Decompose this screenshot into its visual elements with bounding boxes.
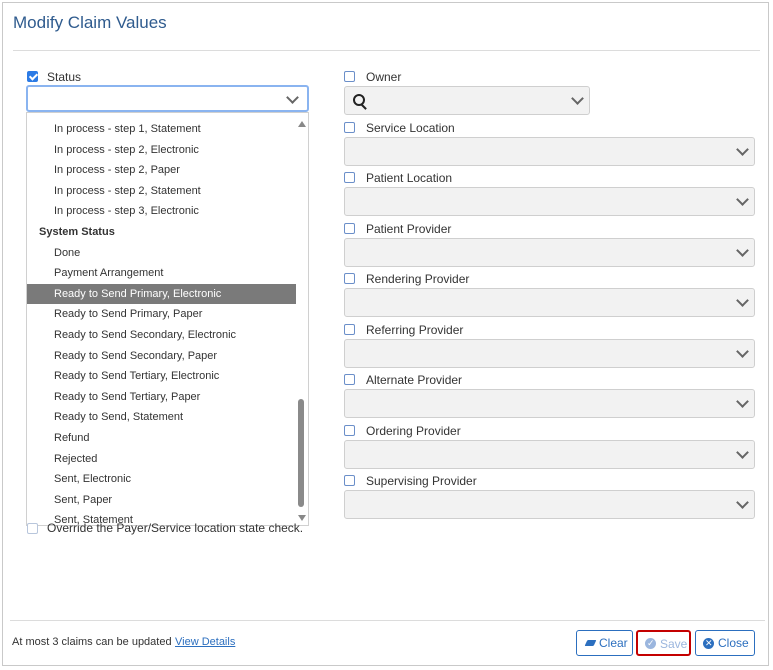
close-circle-icon: ✕: [703, 638, 714, 649]
alternate-provider-checkbox[interactable]: [344, 374, 355, 385]
status-checkbox[interactable]: [27, 71, 38, 82]
chevron-down-icon: [736, 395, 749, 408]
patient-provider-select[interactable]: [344, 237, 755, 267]
status-dropdown-list[interactable]: Sent, Statement Sent, Paper Sent, Electron…: [26, 112, 309, 526]
patient-location-select[interactable]: [344, 187, 755, 216]
dropdown-option[interactable]: Payment Arrangement: [27, 263, 296, 283]
dropdown-option[interactable]: Ready to Send Tertiary, Electronic: [27, 366, 296, 386]
service-location-select[interactable]: [344, 136, 755, 166]
footer-divider: [10, 620, 765, 621]
override-checkbox[interactable]: [27, 523, 38, 534]
ordering-provider-label: Ordering Provider: [366, 423, 461, 438]
chevron-down-icon: [286, 91, 299, 104]
dropdown-option[interactable]: Rejected: [27, 449, 296, 469]
chevron-down-icon: [736, 193, 749, 206]
service-location-checkbox[interactable]: [344, 121, 355, 133]
supervising-provider-select[interactable]: [344, 490, 755, 519]
save-button[interactable]: ✓ Save: [636, 630, 691, 656]
clear-button[interactable]: Clear: [576, 630, 633, 656]
dropdown-option[interactable]: In process - step 2, Paper: [27, 160, 296, 180]
referring-provider-label: Referring Provider: [366, 322, 464, 337]
override-label: Override the Payer/Service location stat…: [47, 521, 304, 535]
close-button-label: Close: [718, 636, 749, 650]
dropdown-option[interactable]: Ready to Send Secondary, Paper: [27, 346, 296, 366]
dropdown-option[interactable]: In process - step 3, Electronic: [27, 201, 296, 221]
owner-checkbox[interactable]: [344, 71, 355, 82]
rendering-provider-select[interactable]: [344, 288, 755, 317]
rendering-provider-label: Rendering Provider: [366, 272, 470, 286]
check-circle-icon: ✓: [645, 638, 656, 649]
chevron-down-icon: [736, 445, 749, 459]
chevron-down-icon: [736, 142, 749, 156]
dropdown-option[interactable]: Sent, Paper: [27, 490, 296, 510]
scrollbar-thumb[interactable]: [298, 399, 304, 507]
search-icon: [353, 94, 365, 106]
footer-note: At most 3 claims can be updated: [12, 636, 172, 648]
save-button-label: Save: [660, 637, 688, 651]
chevron-down-icon: [736, 496, 749, 509]
dialog-title: Modify Claim Values: [13, 13, 167, 32]
close-button[interactable]: ✕ Close: [695, 630, 755, 656]
alternate-provider-select[interactable]: [344, 389, 755, 418]
view-details-link[interactable]: View Details: [175, 636, 235, 648]
owner-select[interactable]: [344, 86, 590, 115]
eraser-icon: [584, 640, 597, 646]
header-divider: [13, 50, 760, 51]
chevron-down-icon: [736, 344, 749, 358]
chevron-down-icon: [736, 243, 749, 257]
dropdown-group-header: System Status: [39, 226, 115, 238]
dropdown-option[interactable]: Ready to Send Secondary, Electronic: [27, 325, 296, 345]
alternate-provider-label: Alternate Provider: [366, 373, 463, 387]
dropdown-option[interactable]: In process - step 2, Electronic: [27, 140, 296, 160]
supervising-provider-label: Supervising Provider: [366, 474, 477, 488]
status-label: Status: [47, 70, 82, 84]
dropdown-option[interactable]: Sent, Electronic: [27, 469, 296, 489]
service-location-label: Service Location: [366, 120, 455, 135]
dropdown-option[interactable]: In process - step 1, Statement: [27, 119, 296, 139]
chevron-down-icon: [736, 294, 749, 307]
patient-provider-label: Patient Provider: [366, 221, 452, 236]
referring-provider-select[interactable]: [344, 338, 755, 368]
owner-label: Owner: [366, 70, 402, 84]
dropdown-option[interactable]: Refund: [27, 428, 296, 448]
dropdown-option[interactable]: Ready to Send Primary, Paper: [27, 304, 296, 324]
patient-provider-checkbox[interactable]: [344, 222, 355, 234]
dropdown-option[interactable]: Ready to Send Tertiary, Paper: [27, 387, 296, 407]
dropdown-option[interactable]: Done: [27, 243, 296, 263]
scroll-up-icon[interactable]: [298, 121, 306, 127]
ordering-provider-checkbox[interactable]: [344, 424, 355, 436]
status-select[interactable]: [26, 85, 309, 112]
supervising-provider-checkbox[interactable]: [344, 475, 355, 486]
dropdown-option[interactable]: Ready to Send, Statement: [27, 407, 296, 427]
dropdown-option[interactable]: In process - step 2, Statement: [27, 181, 296, 201]
referring-provider-checkbox[interactable]: [344, 323, 355, 335]
dropdown-option[interactable]: Ready to Send Primary, Electronic: [27, 283, 296, 304]
ordering-provider-select[interactable]: [344, 439, 755, 469]
dropdown-scrollbar[interactable]: [297, 119, 306, 521]
chevron-down-icon: [571, 92, 584, 105]
patient-location-label: Patient Location: [366, 171, 453, 185]
rendering-provider-checkbox[interactable]: [344, 273, 355, 284]
patient-location-checkbox[interactable]: [344, 172, 355, 183]
clear-button-label: Clear: [599, 636, 628, 650]
